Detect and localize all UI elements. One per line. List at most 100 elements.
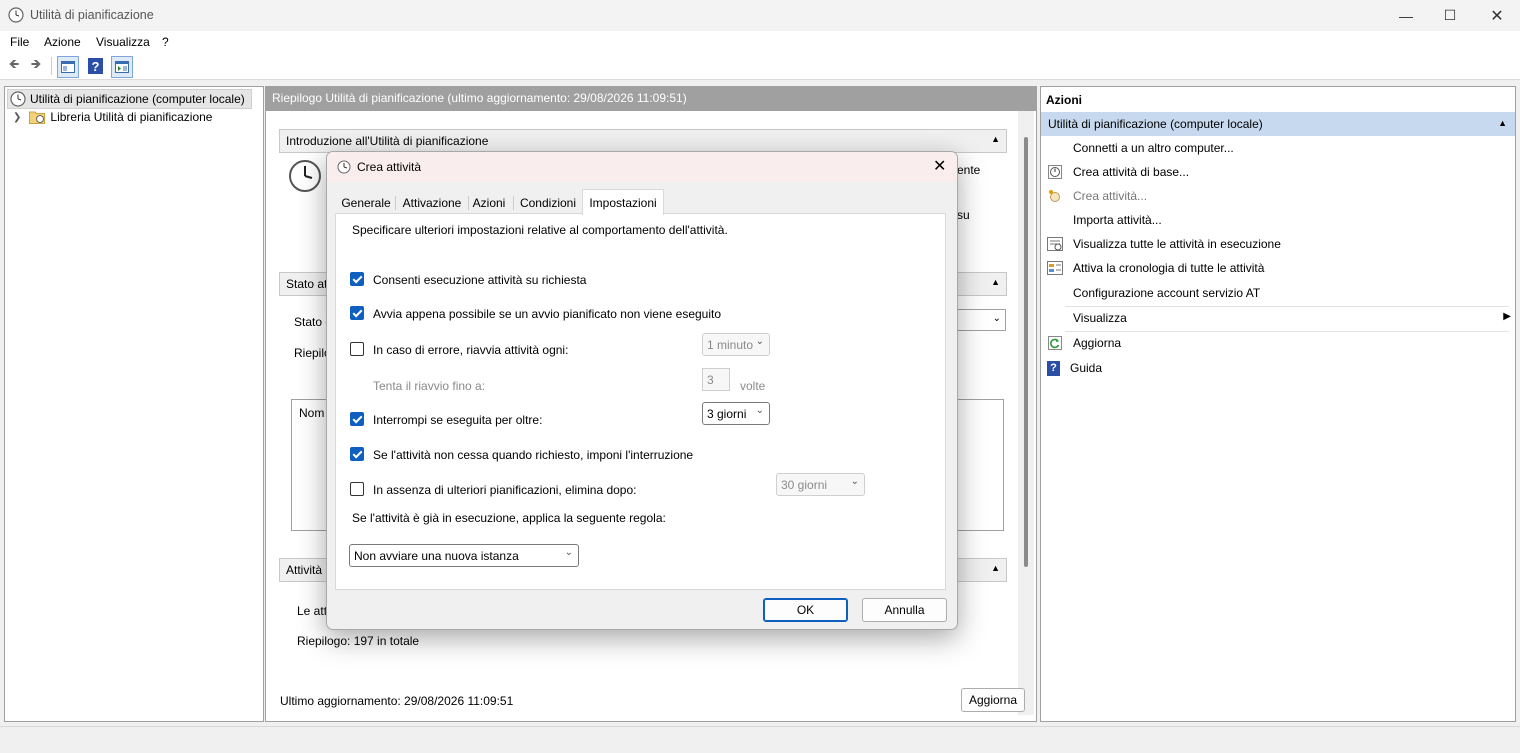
tree-item-library[interactable]: ❯ Libreria Utilità di pianificazione [13,108,212,126]
history-icon [1047,260,1063,276]
collapse-icon[interactable]: ▲ [991,563,1000,573]
chevron-down-icon: ⌄ [755,405,764,416]
stop-duration-select[interactable]: 3 giorni ⌄ [702,402,770,425]
stop-if-longer-label[interactable]: Interrompi se eseguita per oltre: [373,413,542,427]
actions-group-header[interactable]: Utilità di pianificazione (computer loca… [1041,112,1515,136]
actions-group-label: Utilità di pianificazione (computer loca… [1048,117,1263,131]
tab-divider [513,196,514,210]
action-create-basic-task[interactable]: Crea attività di base... [1047,161,1509,183]
restart-on-fail-label[interactable]: In caso di errore, riavvia attività ogni… [373,343,568,357]
tab-generale[interactable]: Generale [338,192,394,214]
console-tree: Utilità di pianificazione (computer loca… [4,86,264,722]
action-import-task[interactable]: Importa attività... [1047,209,1509,231]
chevron-right-icon[interactable]: ❯ [13,112,21,123]
action-create-task[interactable]: Crea attività... [1047,185,1509,207]
force-stop-checkbox[interactable] [350,447,364,461]
intro-section-bar[interactable]: Introduzione all'Utilità di pianificazio… [279,129,1007,153]
refresh-icon [1047,335,1063,351]
action-label: Crea attività... [1073,189,1148,203]
minimize-button[interactable]: — [1383,0,1429,31]
collapse-icon[interactable]: ▲ [991,134,1000,144]
show-hide-tree-icon[interactable] [57,56,79,78]
chevron-down-icon: ⌄ [755,336,764,347]
cancel-button[interactable]: Annulla [862,598,947,622]
vertical-scrollbar[interactable] [1018,111,1034,715]
run-asap-checkbox[interactable] [350,306,364,320]
folder-clock-icon [29,110,46,124]
refresh-button[interactable]: Aggiorna [961,688,1025,712]
menu-help[interactable]: ? [162,35,169,49]
blank-icon [1047,140,1063,156]
tab-impostazioni[interactable]: Impostazioni [582,189,664,215]
column-header-name[interactable]: Nom [299,406,324,420]
submenu-arrow-icon: ▶ [1503,311,1511,322]
show-action-pane-icon[interactable] [111,56,133,78]
restart-interval-select[interactable]: 1 minuto ⌄ [702,333,770,356]
actions-title: Azioni [1046,93,1082,107]
action-label: Visualizza tutte le attività in esecuzio… [1073,237,1281,251]
restart-attempts-input[interactable]: 3 [702,368,730,391]
tab-attivazione[interactable]: Attivazione [396,192,468,214]
running-rule-select[interactable]: Non avviare una nuova istanza ⌄ [349,544,579,567]
chevron-down-icon: ⌄ [564,547,573,558]
toolbar: 🡸 🡺 ? [0,53,1520,80]
tab-divider [468,196,469,210]
settings-description: Specificare ulteriori impostazioni relat… [352,223,728,237]
menu-azione[interactable]: Azione [44,35,81,49]
force-stop-label[interactable]: Se l'attività non cessa quando richiesto… [373,448,693,462]
action-help[interactable]: ? Guida [1047,357,1509,379]
action-label: Crea attività di base... [1073,165,1190,179]
ok-button[interactable]: OK [763,598,848,622]
action-at-service-account[interactable]: Configurazione account servizio AT [1047,282,1509,304]
last-update-text: Ultimo aggiornamento: 29/08/2026 11:09:5… [280,694,514,708]
intro-text-fragment: su [957,208,970,222]
delete-after-select[interactable]: 30 giorni ⌄ [776,473,865,496]
close-window-button[interactable]: ✕ [1474,0,1520,31]
allow-on-demand-label[interactable]: Consenti esecuzione attività su richiest… [373,273,586,287]
action-refresh[interactable]: Aggiorna [1047,332,1509,354]
active-tasks-summary: Riepilogo: 197 in totale [297,634,420,648]
clock-icon [10,91,26,107]
title-bar: Utilità di pianificazione — ☐ ✕ [0,0,1520,31]
maximize-button[interactable]: ☐ [1427,0,1473,31]
restart-interval-value: 1 minuto [707,337,753,352]
tree-item-root[interactable]: Utilità di pianificazione (computer loca… [7,89,252,109]
collapse-icon[interactable]: ▲ [1498,118,1507,128]
actions-pane: Azioni Utilità di pianificazione (comput… [1040,86,1516,722]
action-view-menu[interactable]: Visualizza ▶ [1047,307,1511,329]
action-label: Aggiorna [1073,336,1122,350]
clock-icon [1047,164,1063,180]
tab-condizioni[interactable]: Condizioni [516,192,580,214]
new-task-icon [1047,188,1063,204]
back-arrow-icon[interactable]: 🡸 [4,56,24,76]
action-label: Importa attività... [1073,213,1162,227]
menu-file[interactable]: File [10,35,29,49]
window-title: Utilità di pianificazione [30,8,154,22]
help-icon[interactable]: ? [88,58,103,74]
collapse-icon[interactable]: ▲ [991,277,1000,287]
summary-header: Riepilogo Utilità di pianificazione (ult… [266,87,1036,111]
close-icon[interactable]: ✕ [933,156,946,176]
scrollbar-thumb[interactable] [1024,137,1028,567]
blank-icon [1047,285,1063,301]
active-tasks-text: Le att [297,604,328,618]
run-asap-label[interactable]: Avvia appena possibile se un avvio piani… [373,307,721,321]
allow-on-demand-checkbox[interactable] [350,272,364,286]
restart-on-fail-checkbox[interactable] [350,342,364,356]
intro-text-fragment: ente [957,163,981,177]
action-connect[interactable]: Connetti a un altro computer... [1047,137,1509,159]
action-enable-history[interactable]: Attiva la cronologia di tutte le attivit… [1047,257,1509,279]
running-rule-value: Non avviare una nuova istanza [354,548,519,563]
status-section-title: Stato at [286,277,328,291]
status-combo[interactable]: ⌄ [954,309,1006,331]
delete-after-label[interactable]: In assenza di ulteriori pianificazioni, … [373,483,636,497]
delete-after-checkbox[interactable] [350,482,364,496]
forward-arrow-icon[interactable]: 🡺 [26,56,46,76]
menu-visualizza[interactable]: Visualizza [96,35,150,49]
restart-attempts-unit: volte [740,379,766,393]
action-running-tasks[interactable]: Visualizza tutte le attività in esecuzio… [1047,233,1509,255]
running-tasks-icon [1047,236,1063,252]
tab-azioni[interactable]: Azioni [469,192,509,214]
create-task-dialog: Crea attività ✕ Generale Attivazione Azi… [326,151,958,630]
stop-if-longer-checkbox[interactable] [350,412,364,426]
